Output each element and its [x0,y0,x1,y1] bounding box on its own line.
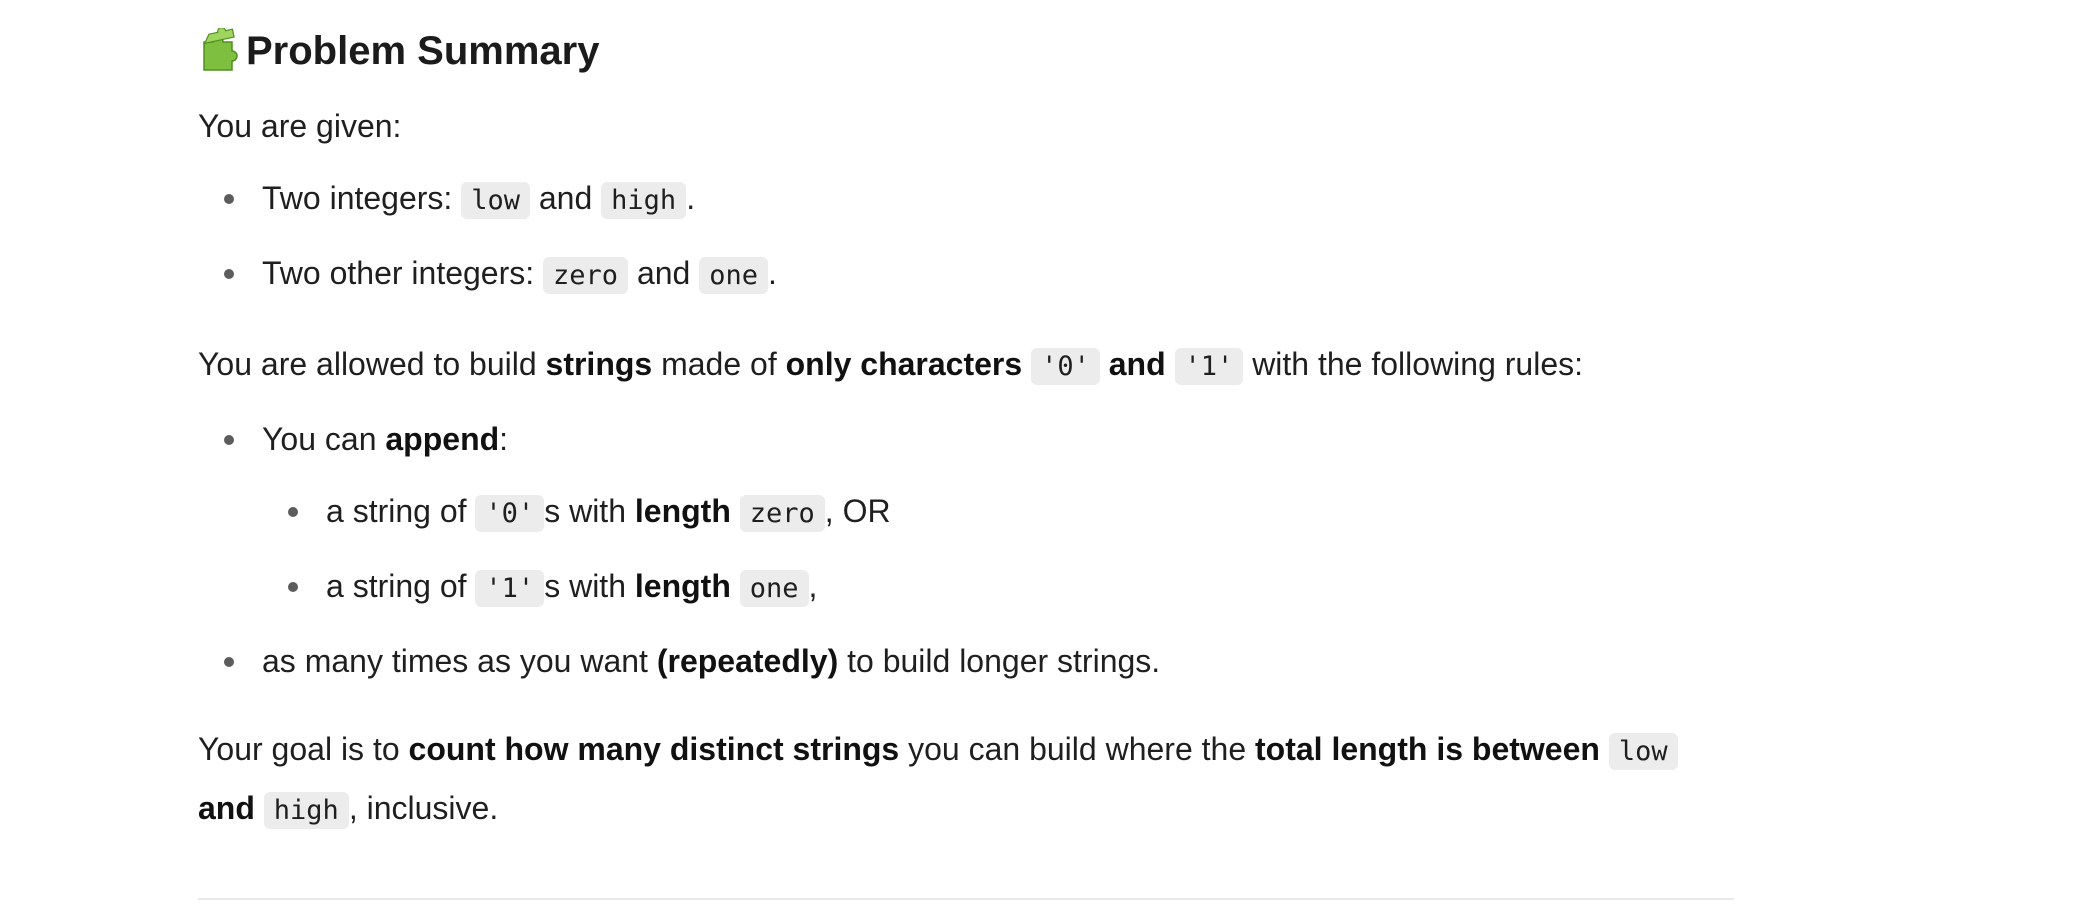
given-list: Two integers: low and high. Two other in… [198,170,1738,304]
rules-paragraph: You are allowed to build strings made of… [198,336,1738,395]
section-heading: Problem Summary [198,24,1738,78]
section-divider [198,898,1734,900]
inline-code: '1' [1174,348,1244,385]
inline-code: '0' [1031,348,1100,385]
list-item: a string of '0' s with length zero, OR [198,483,1738,542]
repeat-list: as many times as you want (repeatedly) t… [198,633,1738,689]
goal-paragraph: Your goal is to count how many distinct … [198,721,1738,839]
section-title: Problem Summary [246,28,600,73]
inline-code: one [739,570,809,607]
list-item: as many times as you want (repeatedly) t… [198,633,1738,689]
list-item: Two integers: low and high. [198,170,1738,229]
inline-code: high [601,182,687,219]
rules-list: You can append: [198,411,1738,467]
list-item: Two other integers: zero and one. [198,245,1738,304]
inline-code: low [1608,733,1678,770]
inline-code: low [461,182,530,219]
inline-code: high [263,792,349,829]
nested-list: a string of '0' s with length zero, OR a … [198,483,1738,617]
inline-code: '0' [475,495,545,532]
inline-code: zero [739,495,825,532]
inline-code: one [699,257,769,294]
inline-code: zero [543,257,629,294]
intro-text: You are given: [198,108,402,144]
puzzle-piece-icon [203,28,238,71]
document-content: Problem Summary You are given: Two integ… [198,0,1738,839]
list-item: You can append: [198,411,1738,467]
list-item: a string of '1' s with length one, [198,558,1738,617]
inline-code: '1' [475,570,545,607]
